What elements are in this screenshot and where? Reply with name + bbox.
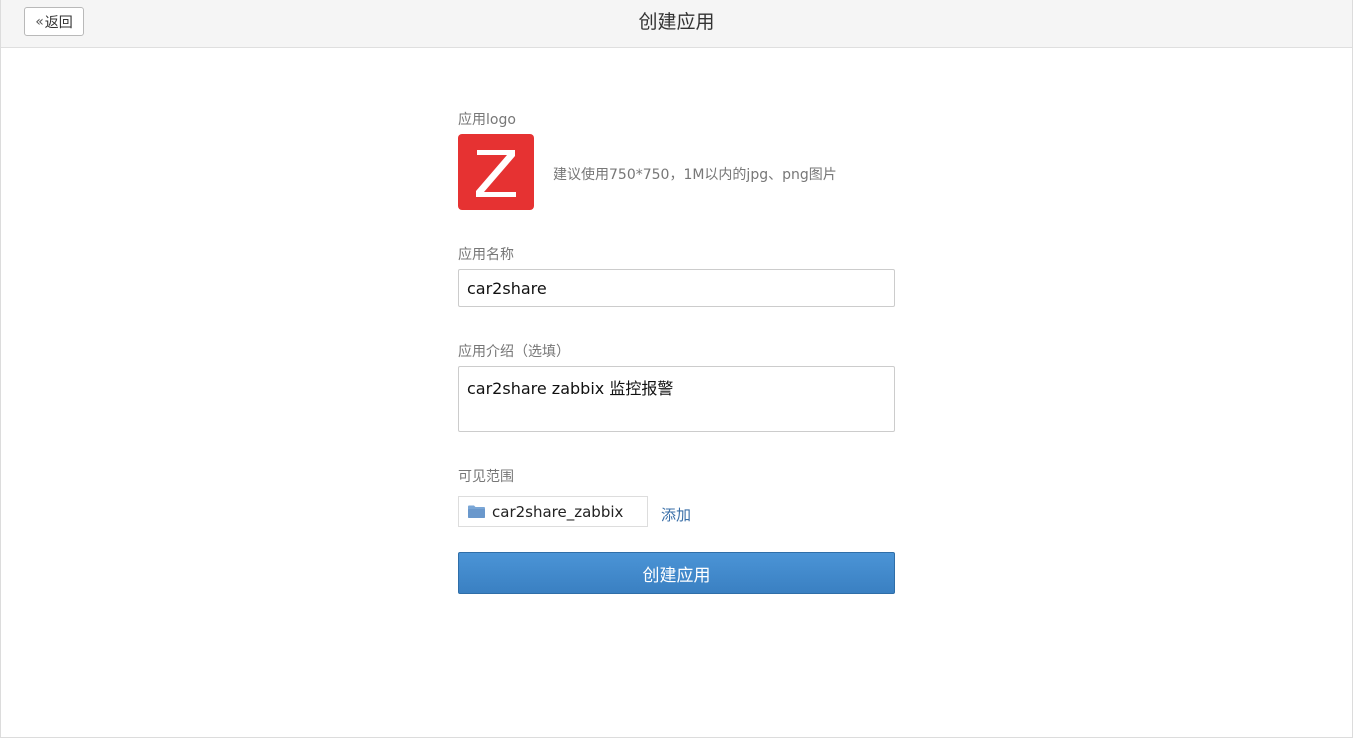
page: « 返回 创建应用 应用logo 建议使用750*750，1M以内的jpg、pn… — [0, 0, 1353, 738]
page-title: 创建应用 — [638, 11, 715, 33]
double-chevron-left-icon: « — [35, 13, 43, 30]
app-name-input[interactable] — [458, 269, 895, 307]
app-description-input[interactable]: car2share zabbix 监控报警 — [458, 366, 895, 432]
logo-label: 应用logo — [458, 112, 516, 128]
app-logo-letter-z — [476, 150, 516, 197]
back-button[interactable]: « 返回 — [24, 7, 84, 36]
logo-hint: 建议使用750*750，1M以内的jpg、png图片 — [553, 167, 837, 183]
create-app-button[interactable]: 创建应用 — [458, 552, 895, 594]
scope-label: 可见范围 — [458, 469, 514, 485]
folder-icon — [468, 505, 485, 518]
scope-item[interactable]: car2share_zabbix — [458, 496, 648, 527]
top-bar: « 返回 创建应用 — [1, 0, 1352, 48]
back-button-label: 返回 — [44, 14, 73, 31]
app-logo-upload[interactable] — [458, 134, 534, 210]
add-scope-link[interactable]: 添加 — [661, 504, 691, 525]
scope-item-label: car2share_zabbix — [492, 502, 624, 521]
description-label: 应用介绍（选填） — [458, 344, 570, 360]
name-label: 应用名称 — [458, 247, 514, 263]
